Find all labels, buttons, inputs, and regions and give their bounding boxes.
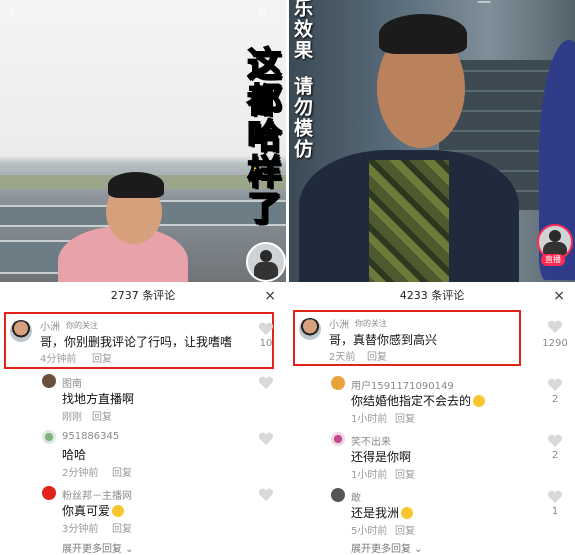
back-icon[interactable]: ‹ xyxy=(8,2,15,23)
comment-username[interactable]: 笑不出来 xyxy=(351,433,391,448)
follow-tag: 你的关注 xyxy=(66,321,98,330)
heart-icon[interactable] xyxy=(258,432,274,446)
reply-button[interactable]: 回复 xyxy=(112,464,132,479)
comment-username[interactable]: 小洲 xyxy=(40,318,60,333)
reply-button[interactable]: 回复 xyxy=(395,522,415,537)
comment-text: 你真可爱 xyxy=(62,502,125,519)
video-overlay-top-text: 乐效果 xyxy=(291,0,313,61)
comment-text: 哥，你别删我评论了行吗，让我嗜嗜 xyxy=(40,335,233,349)
comment-text-content: 还是我洲 xyxy=(351,506,400,520)
close-icon[interactable]: × xyxy=(553,286,565,306)
comment-sheet: 4233 条评论 × 小洲 你的关注 哥，真替你感到高兴 2天前 回复 1290… xyxy=(289,282,575,555)
comment-time: 1小时前 xyxy=(351,414,388,425)
expand-more-replies[interactable]: 展开更多回复 ⌄ xyxy=(351,540,423,555)
comment-text: 还是我洲 xyxy=(351,504,414,521)
reply-button[interactable]: 回复 xyxy=(92,350,112,365)
close-icon[interactable]: × xyxy=(264,286,276,306)
comment-username[interactable]: 敢 xyxy=(351,489,361,504)
heart-icon[interactable] xyxy=(258,488,274,502)
expand-more-replies[interactable]: 展开更多回复 ⌄ xyxy=(62,540,134,555)
comment-time: 1小时前 xyxy=(351,470,388,481)
video-person-hair xyxy=(108,172,164,198)
comment-username[interactable]: 粉丝邦－主播网 xyxy=(62,487,132,502)
video-person-shirt xyxy=(369,160,449,282)
like-count: 10 xyxy=(259,338,273,349)
like-count: 2 xyxy=(551,450,559,461)
comment-text-content: 你结婚他指定不会去的 xyxy=(351,394,472,408)
reply-button[interactable]: 回复 xyxy=(112,520,132,535)
comment-text: 找地方直播啊 xyxy=(62,392,135,406)
reply-button[interactable]: 回复 xyxy=(367,348,387,363)
reply-button[interactable]: 回复 xyxy=(395,466,415,481)
left-screenshot: ‹ ⌕ 这都哈样了 2737 条评论 × 小洲 你的关注 哥，你别删我评论了行吗… xyxy=(0,0,286,555)
comment-sheet: 2737 条评论 × 小洲 你的关注 哥，你别删我评论了行吗，让我嗜嗜 4分钟前… xyxy=(0,282,286,555)
comment-text: 哥，真替你感到高兴 xyxy=(329,333,438,347)
avatar[interactable] xyxy=(10,320,32,342)
heart-icon[interactable] xyxy=(547,434,563,448)
expand-label: 展开更多回复 xyxy=(351,544,411,555)
laugh-emoji-icon xyxy=(473,395,486,407)
heart-icon[interactable] xyxy=(547,320,563,334)
like-count: 1290 xyxy=(542,338,568,349)
menu-icon[interactable]: — xyxy=(477,0,491,10)
list-item[interactable]: 图南 找地方直播啊 刚刚 回复 xyxy=(0,372,286,423)
list-item[interactable]: 笑不出来 还得是你啊 1小时前 回复 2 xyxy=(289,430,575,481)
reply-button[interactable]: 回复 xyxy=(92,408,112,423)
comment-text: 哈哈 xyxy=(62,448,87,462)
smile-emoji-icon xyxy=(112,505,125,517)
avatar[interactable] xyxy=(331,376,345,390)
avatar[interactable] xyxy=(331,488,345,502)
comment-text: 你结婚他指定不会去的 xyxy=(351,392,486,409)
highlighted-comment[interactable]: 小洲 你的关注 哥，你别删我评论了行吗，让我嗜嗜 4分钟前 回复 10 xyxy=(0,316,286,368)
comment-time: 5小时前 xyxy=(351,526,388,537)
comment-time: 2天前 xyxy=(329,352,356,363)
avatar[interactable] xyxy=(42,374,56,388)
heart-icon[interactable] xyxy=(258,376,274,390)
right-screenshot: 乐效果 请勿模仿 — 直播 4233 条评论 × 小洲 你的关注 哥，真替你感到… xyxy=(289,0,575,555)
comment-username[interactable]: 小洲 xyxy=(329,316,349,331)
comment-time: 2分钟前 xyxy=(62,468,99,479)
video-pool xyxy=(0,205,114,227)
list-item[interactable]: 敢 还是我洲 5小时前 回复 1 xyxy=(289,486,575,537)
comment-username[interactable]: 图南 xyxy=(62,375,82,390)
avatar[interactable] xyxy=(42,486,56,500)
comment-username[interactable]: 用户1591171090149 xyxy=(351,377,454,392)
heart-icon[interactable] xyxy=(547,490,563,504)
list-item[interactable]: 用户1591171090149 你结婚他指定不会去的 1小时前 回复 2 xyxy=(289,374,575,425)
video-warning-text: 请勿模仿 xyxy=(291,76,313,160)
grin-emoji-icon xyxy=(401,507,414,519)
comment-time: 4分钟前 xyxy=(40,354,77,365)
video-person-hair xyxy=(379,14,467,54)
video-overlay-text: 这都哈样了 xyxy=(240,45,282,227)
comment-text: 还得是你啊 xyxy=(351,450,412,464)
comment-username[interactable]: 951886345 xyxy=(62,431,119,442)
comment-text-content: 你真可爱 xyxy=(62,504,111,518)
heart-icon[interactable] xyxy=(258,322,274,336)
live-badge[interactable]: 直播 xyxy=(541,254,565,266)
comments-count-title: 4233 条评论 xyxy=(399,289,465,302)
comment-time: 3分钟前 xyxy=(62,524,99,535)
highlighted-comment[interactable]: 小洲 你的关注 哥，真替你感到高兴 2天前 回复 1290 xyxy=(289,314,575,366)
comments-count-title: 2737 条评论 xyxy=(110,289,176,302)
heart-icon[interactable] xyxy=(547,378,563,392)
avatar[interactable] xyxy=(331,432,345,446)
video-area[interactable]: 乐效果 请勿模仿 — 直播 xyxy=(289,0,575,282)
like-count: 2 xyxy=(551,394,559,405)
creator-avatar[interactable] xyxy=(246,242,286,282)
comment-time: 刚刚 xyxy=(62,412,82,423)
expand-label: 展开更多回复 xyxy=(62,544,122,555)
follow-tag: 你的关注 xyxy=(355,319,387,328)
avatar[interactable] xyxy=(42,430,56,444)
avatar[interactable] xyxy=(299,318,321,340)
reply-button[interactable]: 回复 xyxy=(395,410,415,425)
search-icon[interactable]: ⌕ xyxy=(258,2,267,22)
list-item[interactable]: 粉丝邦－主播网 你真可爱 3分钟前 回复 xyxy=(0,484,286,535)
like-count: 1 xyxy=(551,506,559,517)
video-area[interactable]: ‹ ⌕ 这都哈样了 xyxy=(0,0,286,282)
list-item[interactable]: 951886345 哈哈 2分钟前 回复 xyxy=(0,428,286,479)
